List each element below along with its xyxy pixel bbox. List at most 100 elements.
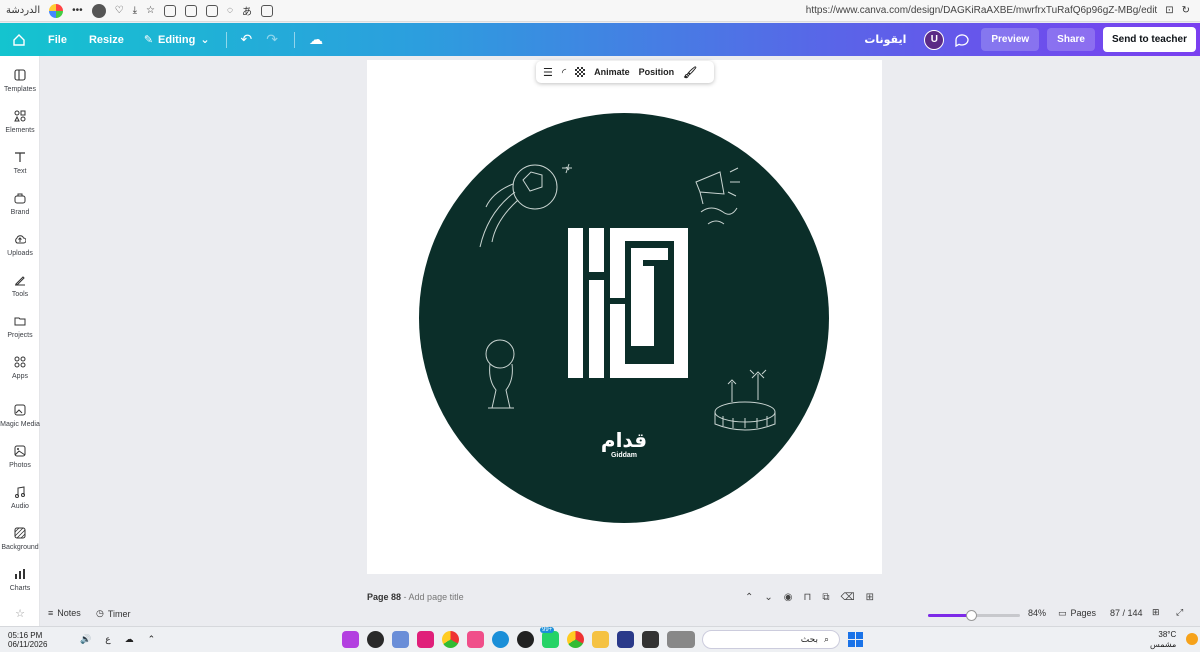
lines-icon[interactable]: ☰ [543, 66, 553, 79]
collections-icon[interactable] [184, 4, 197, 17]
page-number: Page 88 [367, 592, 402, 602]
sidebar-item-uploads[interactable]: Uploads [0, 233, 40, 257]
clock[interactable]: 05:16 PM 06/11/2026 [8, 631, 47, 649]
position-button[interactable]: Position [639, 67, 675, 77]
notes-button[interactable]: ≡ Notes [48, 608, 81, 618]
design-artwork[interactable]: قدام Giddam [418, 112, 830, 524]
undo-icon[interactable]: ↶ [241, 31, 253, 48]
sidebar-item-apps[interactable]: Apps [0, 356, 40, 380]
comment-icon[interactable] [953, 31, 971, 49]
favorites-icon[interactable]: ☆ [146, 5, 155, 16]
speaker-icon[interactable]: 🔊 [80, 634, 91, 645]
share-button[interactable]: Share [1047, 28, 1095, 51]
taskbar-search[interactable]: بحث ⌕ [702, 630, 840, 649]
sidebar-item-photos[interactable]: Photos [0, 445, 40, 469]
cloud-save-icon[interactable]: ☁ [309, 31, 323, 48]
weather-widget[interactable]: 38°C مشمس [1150, 630, 1176, 650]
animate-button[interactable]: Animate [594, 67, 630, 77]
whatsapp-icon[interactable]: 99+ [540, 627, 559, 648]
address-bar[interactable]: https://www.canva.com/design/DAGKiRaAXBE… [806, 5, 1157, 16]
chevron-down-icon[interactable]: ⌄ [764, 592, 772, 603]
timer-button[interactable]: ◷ Timer [96, 608, 131, 619]
app-icon[interactable] [617, 631, 634, 648]
lock-icon[interactable]: ⊡ [1165, 5, 1173, 16]
app-thumbnail[interactable] [667, 631, 695, 648]
sidebar-item-background[interactable]: Background [0, 527, 40, 551]
app-icon[interactable] [467, 631, 484, 648]
pages-button[interactable]: ▭ Pages [1058, 608, 1096, 619]
preview-button[interactable]: Preview [981, 28, 1040, 51]
editing-dropdown[interactable]: ✎ Editing ⌄ [144, 33, 210, 47]
trash-icon[interactable]: ⌫ [840, 592, 854, 603]
sidebar-item-label: Elements [5, 127, 35, 134]
sidebar-item-audio[interactable]: Audio [0, 486, 40, 510]
tab-icon[interactable] [260, 4, 273, 17]
resize-button[interactable]: Resize [89, 34, 124, 46]
app-icon[interactable] [367, 631, 384, 648]
design-title[interactable]: ايقونات [864, 33, 906, 46]
home-icon[interactable] [12, 33, 26, 47]
sidebar-item-text[interactable]: Text [0, 151, 40, 175]
cloud-off-icon[interactable]: ☁ [125, 634, 134, 645]
translate-icon[interactable]: あ [242, 3, 252, 18]
sidebar-item-brand[interactable]: Brand [0, 192, 40, 216]
corner-icon[interactable]: ◜ [562, 66, 566, 79]
magic-media-icon [14, 404, 26, 416]
file-menu[interactable]: File [48, 34, 67, 46]
more-icon[interactable]: ••• [72, 5, 83, 16]
download-icon[interactable]: ⤓ [133, 5, 137, 16]
chatgpt-icon[interactable] [517, 631, 534, 648]
sidebar-item-label: Photos [9, 462, 31, 469]
lock-icon[interactable]: ⊓ [804, 592, 812, 603]
zoom-slider-handle[interactable] [965, 610, 977, 621]
text-icon [15, 152, 25, 162]
send-to-teacher-button[interactable]: Send to teacher [1102, 27, 1196, 52]
grid-view-icon[interactable]: ⊞ [1152, 607, 1160, 618]
windows-start-icon[interactable] [848, 632, 863, 647]
chrome-icon[interactable] [567, 631, 584, 648]
app-icon[interactable] [392, 631, 409, 648]
page-controls: ⌃ ⌄ ◉ ⊓ ⧉ ⌫ ⊞ [745, 592, 874, 603]
elements-icon [14, 110, 26, 122]
app-icon[interactable] [417, 631, 434, 648]
add-page-icon[interactable]: ⊞ [866, 592, 874, 603]
sidebar-item-tools[interactable]: Tools [0, 274, 40, 298]
language-indicator[interactable]: ع [105, 634, 110, 645]
page-label[interactable]: Page 88 - Add page title [367, 592, 464, 602]
edge-icon[interactable] [492, 631, 509, 648]
fullscreen-icon[interactable]: ⤢ [1176, 607, 1183, 618]
profile-label[interactable]: الدردشة [6, 5, 40, 16]
notes-icon: ≡ [48, 608, 54, 618]
chevron-up-icon[interactable]: ⌃ [745, 592, 753, 603]
templates-icon [14, 69, 26, 81]
refresh-icon[interactable]: ↻ [1182, 5, 1190, 16]
chrome-icon[interactable] [442, 631, 459, 648]
reading-icon[interactable] [205, 4, 218, 17]
page-title-placeholder[interactable]: - Add page title [404, 592, 464, 602]
zoom-slider[interactable] [928, 610, 1020, 621]
sidebar-item-projects[interactable]: Projects [0, 315, 40, 339]
transparency-icon[interactable] [575, 67, 586, 77]
clipchamp-icon[interactable] [342, 631, 359, 648]
background-icon [14, 527, 26, 539]
redo-icon[interactable]: ↷ [266, 31, 278, 48]
brand-icon [14, 193, 26, 204]
sidebar-item-magic-media[interactable]: Magic Media [0, 404, 40, 428]
duplicate-icon[interactable]: ⧉ [822, 592, 829, 603]
app-icon[interactable] [642, 631, 659, 648]
sidebar-item-elements[interactable]: Elements [0, 110, 40, 134]
paint-roller-icon[interactable]: 🖌 [683, 66, 697, 79]
heart-icon[interactable]: ♡ [115, 5, 124, 16]
zoom-value[interactable]: 84% [1028, 608, 1046, 618]
chat-icon[interactable]: ◌ [227, 5, 233, 16]
file-explorer-icon[interactable] [592, 631, 609, 648]
extensions-icon[interactable] [163, 4, 176, 17]
profile-avatar[interactable] [91, 3, 106, 18]
browser-right-tools: ⊡ ↻ [1165, 5, 1190, 16]
sidebar-item-templates[interactable]: Templates [0, 69, 40, 93]
avatar[interactable]: U [924, 29, 945, 50]
eye-icon[interactable]: ◉ [784, 592, 793, 603]
chevron-up-icon[interactable]: ⌃ [148, 634, 156, 645]
sidebar-item-charts[interactable]: Charts [0, 568, 40, 592]
copilot-icon[interactable] [49, 3, 64, 18]
